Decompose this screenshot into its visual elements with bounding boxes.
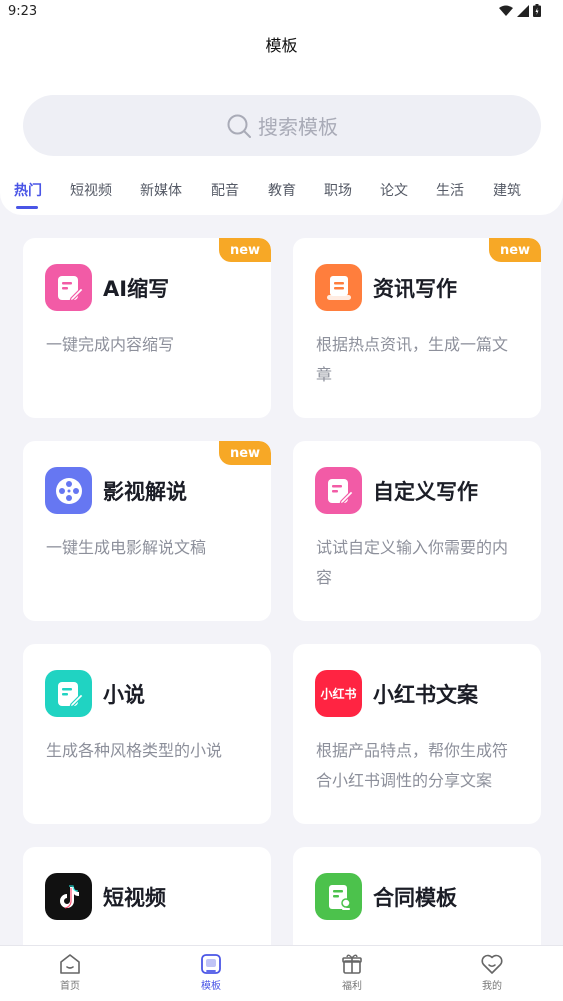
card-description: 一键完成内容缩写 [46, 335, 175, 354]
tab-architecture[interactable]: 建筑 [493, 180, 521, 200]
status-time: 9:23 [8, 4, 38, 19]
bottom-nav: 首页 模板 福利 我的 [0, 945, 563, 1001]
tab-education[interactable]: 教育 [268, 180, 296, 200]
tab-life[interactable]: 生活 [436, 180, 464, 200]
template-icon [201, 954, 221, 974]
template-card-film-commentary[interactable]: 影视解说 一键生成电影解说文稿 new [23, 441, 271, 621]
card-title: 自定义写作 [373, 480, 478, 504]
nav-benefits[interactable]: 福利 [312, 952, 392, 992]
nav-templates[interactable]: 模板 [171, 952, 251, 992]
search-placeholder: 搜索模板 [258, 115, 338, 139]
tab-active-indicator [16, 206, 38, 209]
new-badge: new [219, 238, 271, 262]
nav-label: 首页 [60, 981, 80, 992]
card-title: 影视解说 [103, 480, 187, 504]
edit-doc-icon [45, 264, 92, 311]
nav-home[interactable]: 首页 [30, 952, 110, 992]
battery-icon [533, 4, 541, 17]
card-title: 小红书文案 [373, 683, 478, 707]
status-icons [499, 4, 541, 17]
tab-new-media[interactable]: 新媒体 [140, 180, 182, 200]
tab-dubbing[interactable]: 配音 [211, 180, 239, 200]
nav-label: 模板 [201, 981, 221, 992]
card-description: 根据产品特点，帮你生成符合小红书调性的分享文案 [316, 741, 509, 790]
xiaohongshu-logo-text: 小红书 [320, 687, 357, 701]
card-title: 短视频 [103, 886, 166, 910]
page-title: 模板 [265, 36, 298, 55]
news-doc-icon [315, 264, 362, 311]
card-title: 资讯写作 [373, 277, 457, 301]
card-description: 试试自定义输入你需要的内容 [316, 538, 509, 587]
nav-profile[interactable]: 我的 [452, 952, 532, 992]
tab-short-video[interactable]: 短视频 [70, 180, 112, 200]
signal-icon [517, 4, 529, 17]
contract-doc-icon [315, 873, 362, 920]
template-card-xiaohongshu[interactable]: 小红书 小红书文案 根据产品特点，帮你生成符合小红书调性的分享文案 [293, 644, 541, 824]
card-description: 根据热点资讯，生成一篇文章 [316, 335, 509, 384]
tab-hot[interactable]: 热门 [14, 180, 42, 200]
edit-doc-icon [45, 670, 92, 717]
edit-doc-icon [315, 467, 362, 514]
search-bar[interactable]: 搜索模板 [23, 95, 541, 156]
nav-label: 我的 [482, 981, 502, 992]
category-tabs: 热门 短视频 新媒体 配音 教育 职场 论文 生活 建筑 [0, 180, 563, 210]
card-description: 一键生成电影解说文稿 [46, 538, 207, 557]
heart-face-icon [481, 954, 503, 974]
wifi-icon [499, 5, 513, 16]
tiktok-icon [45, 873, 92, 920]
card-title: AI缩写 [103, 277, 170, 301]
template-card-ai-abridge[interactable]: AI缩写 一键完成内容缩写 new [23, 238, 271, 418]
card-title: 合同模板 [373, 886, 457, 910]
card-description: 生成各种风格类型的小说 [46, 741, 223, 760]
template-card-custom-writing[interactable]: 自定义写作 试试自定义输入你需要的内容 [293, 441, 541, 621]
film-reel-icon [45, 467, 92, 514]
nav-label: 福利 [342, 981, 362, 992]
template-card-news-writing[interactable]: 资讯写作 根据热点资讯，生成一篇文章 new [293, 238, 541, 418]
tab-thesis[interactable]: 论文 [380, 180, 408, 200]
gift-icon [342, 954, 362, 974]
home-icon [60, 954, 80, 974]
xiaohongshu-logo-icon: 小红书 [315, 670, 362, 717]
card-title: 小说 [103, 683, 145, 707]
new-badge: new [219, 441, 271, 465]
tab-workplace[interactable]: 职场 [324, 180, 352, 200]
status-bar: 9:23 [0, 0, 563, 24]
template-card-novel[interactable]: 小说 生成各种风格类型的小说 [23, 644, 271, 824]
new-badge: new [489, 238, 541, 262]
search-icon [227, 114, 251, 138]
